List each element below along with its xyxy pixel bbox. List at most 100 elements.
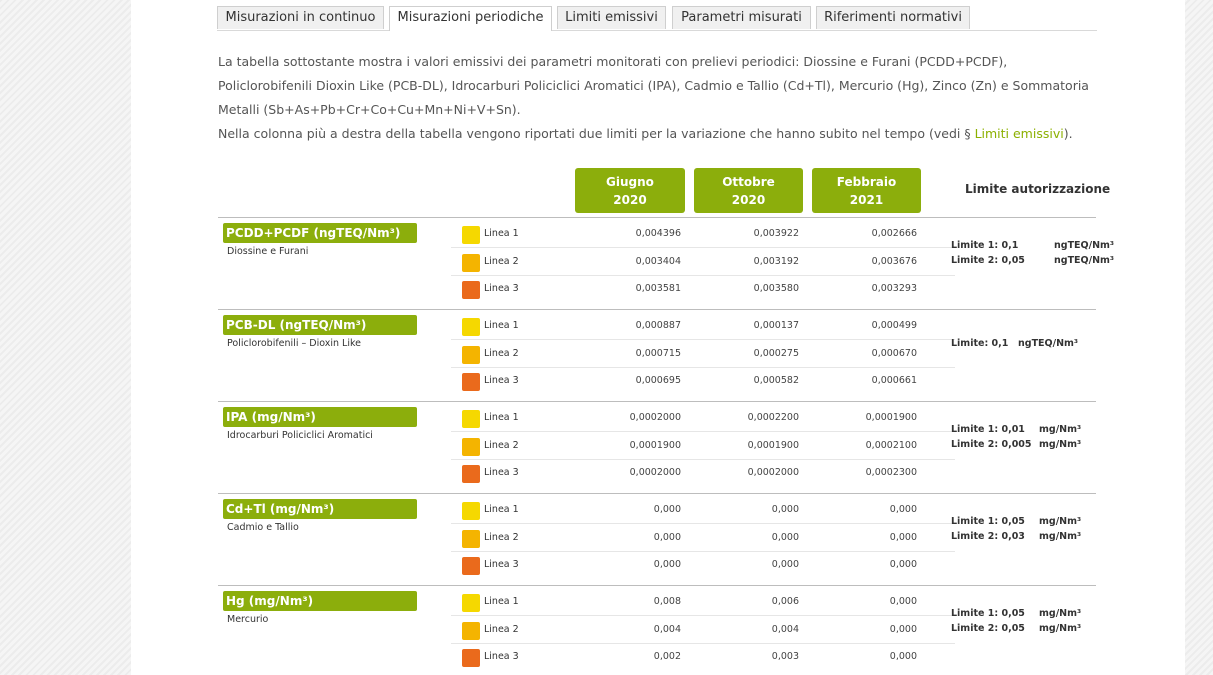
limit-column-header: Limite autorizzazione [965,182,1111,196]
tab-misurazioni-periodiche[interactable]: Misurazioni periodiche [389,6,552,31]
line-name: Linea 1 [484,596,519,607]
parameter-subtitle: Policlorobifenili – Dioxin Like [227,338,361,349]
measurement-value: 0,000661 [871,375,917,386]
measurement-value: 0,004396 [635,228,681,239]
intro-paragraph-2: Nella colonna più a destra della tabella… [218,126,1073,141]
measurement-value: 0,000 [771,532,799,543]
measurement-value: 0,000275 [753,348,799,359]
intro-text: La tabella sottostante mostra i valori e… [218,50,1103,146]
limit-value: Limite 2: 0,005 [951,439,1032,450]
limit-entry: Limite 1: 0,1 ngTEQ/Nm³ [951,240,1114,251]
measurement-value: 0,000670 [871,348,917,359]
row-separator [451,615,955,616]
row-separator [451,523,955,524]
measurement-value: 0,0001900 [629,440,681,451]
measurement-value: 0,000 [653,532,681,543]
limit-value: Limite 2: 0,05 [951,623,1025,634]
limit-unit: ngTEQ/Nm³ [1018,338,1079,349]
row-separator [451,339,955,340]
measurement-value: 0,003676 [871,256,917,267]
limit-entry: Limite 2: 0,05 mg/Nm³ [951,623,1081,634]
measurement-value: 0,0002000 [629,467,681,478]
line-color-swatch [462,226,480,244]
block-separator [218,309,1096,310]
limit-value: Limite 1: 0,05 [951,516,1025,527]
line-name: Linea 3 [484,651,519,662]
measurement-value: 0,008 [653,596,681,607]
line-color-swatch [462,465,480,483]
measurement-value: 0,000 [889,532,917,543]
line-color-swatch [462,438,480,456]
line-color-swatch [462,346,480,364]
limit-value: Limite 1: 0,1 [951,240,1019,251]
measurement-value: 0,000 [889,559,917,570]
limit-value: Limite 2: 0,03 [951,531,1025,542]
limit-entry: Limite 1: 0,01 mg/Nm³ [951,424,1081,435]
tab-bar: Misurazioni in continuo Misurazioni peri… [217,6,1097,31]
page-content: Misurazioni in continuo Misurazioni peri… [131,0,1185,675]
column-header-giugno-2020: Giugno 2020 [575,168,685,213]
limit-unit: mg/Nm³ [1039,516,1082,527]
block-separator [218,493,1096,494]
limit-entry: Limite: 0,1 ngTEQ/Nm³ [951,338,1078,349]
line-name: Linea 2 [484,440,519,451]
line-name: Linea 2 [484,624,519,635]
line-color-swatch [462,557,480,575]
measurement-value: 0,002666 [871,228,917,239]
measurement-value: 0,0001900 [747,440,799,451]
block-separator [218,585,1096,586]
row-separator [451,431,955,432]
line-name: Linea 1 [484,504,519,515]
measurement-value: 0,0002000 [629,412,681,423]
limit-entry: Limite 1: 0,05 mg/Nm³ [951,608,1081,619]
measurement-value: 0,000 [889,651,917,662]
measurement-value: 0,000 [653,504,681,515]
line-name: Linea 3 [484,375,519,386]
limit-unit: mg/Nm³ [1039,608,1082,619]
limiti-emissivi-link[interactable]: Limiti emissivi [975,126,1064,141]
measurement-value: 0,003580 [753,283,799,294]
line-name: Linea 2 [484,532,519,543]
intro-paragraph-1: La tabella sottostante mostra i valori e… [218,54,1089,117]
line-name: Linea 2 [484,348,519,359]
row-separator [451,459,955,460]
measurement-value: 0,003 [771,651,799,662]
tab-misurazioni-continuo[interactable]: Misurazioni in continuo [217,6,384,29]
measurement-value: 0,000 [771,504,799,515]
parameter-subtitle: Mercurio [227,614,269,625]
parameter-subtitle: Idrocarburi Policiclici Aromatici [227,430,373,441]
limit-unit: ngTEQ/Nm³ [1054,240,1115,251]
limit-unit: mg/Nm³ [1039,531,1082,542]
tab-limiti-emissivi[interactable]: Limiti emissivi [557,6,666,29]
measurement-value: 0,000 [653,559,681,570]
parameter-label: Hg (mg/Nm³) [223,591,417,611]
row-separator [451,275,955,276]
line-name: Linea 3 [484,283,519,294]
measurement-value: 0,003581 [635,283,681,294]
line-name: Linea 1 [484,320,519,331]
parameter-subtitle: Diossine e Furani [227,246,309,257]
parameter-label: Cd+Tl (mg/Nm³) [223,499,417,519]
measurement-value: 0,004 [771,624,799,635]
parameter-subtitle: Cadmio e Tallio [227,522,299,533]
tab-parametri-misurati[interactable]: Parametri misurati [672,6,811,29]
line-name: Linea 1 [484,412,519,423]
measurement-value: 0,000 [889,624,917,635]
limit-value: Limite 2: 0,05 [951,255,1025,266]
measurement-value: 0,000582 [753,375,799,386]
measurement-value: 0,000715 [635,348,681,359]
block-separator [218,401,1096,402]
line-color-swatch [462,281,480,299]
row-separator [451,247,955,248]
limit-unit: ngTEQ/Nm³ [1054,255,1115,266]
limit-entry: Limite 1: 0,05 mg/Nm³ [951,516,1081,527]
measurement-value: 0,0002000 [747,467,799,478]
measurement-value: 0,006 [771,596,799,607]
row-separator [451,551,955,552]
measurement-value: 0,000137 [753,320,799,331]
limit-unit: mg/Nm³ [1039,623,1082,634]
line-color-swatch [462,318,480,336]
tab-riferimenti-normativi[interactable]: Riferimenti normativi [816,6,970,29]
measurement-value: 0,000499 [871,320,917,331]
line-color-swatch [462,410,480,428]
